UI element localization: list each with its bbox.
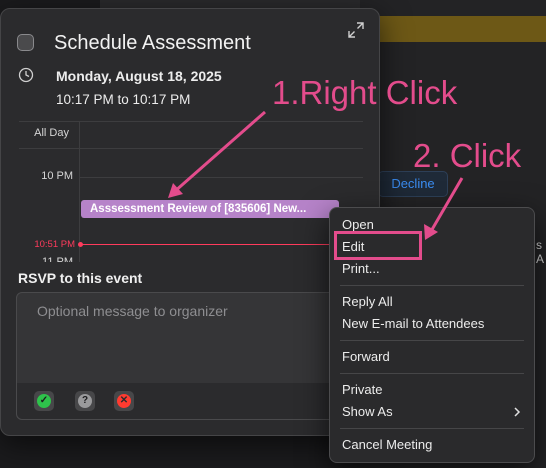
background-window-strip xyxy=(100,0,360,8)
expand-icon[interactable] xyxy=(347,21,365,39)
chevron-right-icon xyxy=(514,407,521,417)
current-time-label: 10:51 PM xyxy=(34,239,75,250)
menu-item-show-as[interactable]: Show As xyxy=(330,401,534,423)
clock-icon xyxy=(18,67,34,83)
annotation-step2: 2. Click xyxy=(413,137,522,174)
event-date: Monday, August 18, 2025 xyxy=(56,68,222,84)
all-day-label: All Day xyxy=(34,127,69,139)
calendar-event-block[interactable]: Asssessment Review of [835606] New... xyxy=(81,200,339,218)
menu-item-cancel-meeting[interactable]: Cancel Meeting xyxy=(330,434,534,456)
menu-separator xyxy=(340,340,524,341)
menu-separator xyxy=(340,285,524,286)
tentative-button[interactable]: ? xyxy=(75,391,95,411)
hour-line xyxy=(79,177,363,178)
annotation-highlight-box xyxy=(334,231,422,260)
menu-separator xyxy=(340,373,524,374)
menu-item-reply-all[interactable]: Reply All xyxy=(330,291,534,313)
rsvp-message-input[interactable]: Optional message to organizer xyxy=(37,303,228,319)
decline-response-button[interactable]: ✕ xyxy=(114,391,134,411)
menu-item-forward[interactable]: Forward xyxy=(330,346,534,368)
question-icon: ? xyxy=(78,394,92,408)
annotation-step1: 1.Right Click xyxy=(272,74,458,111)
event-time-range: 10:17 PM to 10:17 PM xyxy=(56,92,191,107)
menu-item-private[interactable]: Private xyxy=(330,379,534,401)
accept-button[interactable]: ✓ xyxy=(34,391,54,411)
day-calendar-preview: All Day 10 PM Asssessment Review of [835… xyxy=(19,121,363,262)
current-time-line xyxy=(81,244,363,245)
menu-item-print[interactable]: Print... xyxy=(330,258,534,280)
check-icon: ✓ xyxy=(37,394,51,408)
all-day-divider xyxy=(19,148,363,149)
hour-label-11pm: 11 PM xyxy=(42,256,73,262)
hour-label-10pm: 10 PM xyxy=(41,170,73,182)
menu-item-new-email[interactable]: New E-mail to Attendees xyxy=(330,313,534,335)
menu-item-label: Show As xyxy=(342,404,393,419)
event-checkbox[interactable] xyxy=(17,34,34,51)
event-popup: Schedule Assessment Monday, August 18, 2… xyxy=(0,8,380,436)
menu-separator xyxy=(340,428,524,429)
background-edge-text: sA xyxy=(536,238,545,266)
rsvp-heading: RSVP to this event xyxy=(18,270,143,286)
event-title: Schedule Assessment xyxy=(54,32,251,54)
calendar-divider xyxy=(79,122,80,262)
rsvp-message-box[interactable]: Optional message to organizer ✓ ? ✕ xyxy=(16,292,364,420)
rsvp-response-bar: ✓ ? ✕ xyxy=(17,383,363,419)
x-icon: ✕ xyxy=(117,394,131,408)
background-banner xyxy=(370,16,546,42)
